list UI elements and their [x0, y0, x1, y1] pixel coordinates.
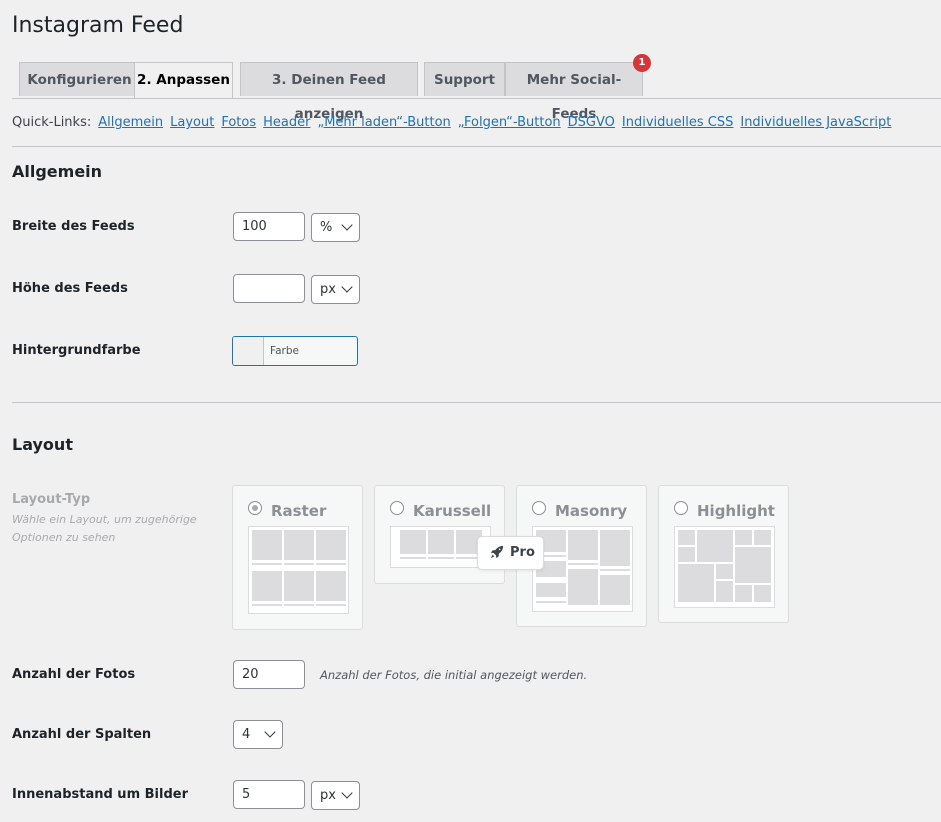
layout-option-label: Raster: [271, 502, 327, 520]
tab-anpassen[interactable]: 2. Anpassen: [134, 62, 233, 98]
layout-option-raster[interactable]: Raster: [232, 485, 363, 630]
feed-width-input[interactable]: 100: [233, 212, 305, 241]
section-heading-layout: Layout: [12, 435, 73, 454]
rocket-icon: [490, 537, 504, 569]
highlight-preview: [674, 526, 775, 608]
image-padding-input[interactable]: 5: [233, 780, 305, 809]
quick-link-mehr-laden[interactable]: „Mehr laden“-Button: [317, 115, 450, 130]
tab-feed-anzeigen[interactable]: 3. Deinen Feed anzeigen: [240, 62, 418, 122]
quick-link-layout[interactable]: Layout: [170, 115, 214, 130]
columns-select[interactable]: 4: [233, 720, 283, 749]
image-padding-label: Innenabstand um Bilder: [12, 787, 188, 802]
notification-badge: 1: [633, 54, 651, 72]
feed-width-unit-value: %: [320, 220, 333, 235]
tab-mehr-social-feeds[interactable]: Mehr Social-Feeds: [505, 62, 643, 122]
quick-links: Quick-Links: Allgemein Layout Fotos Header „M…: [12, 115, 891, 130]
color-picker-label: Farbe auswählen: [270, 345, 299, 357]
quick-links-label: Quick-Links:: [12, 115, 92, 130]
radio-highlight[interactable]: [674, 501, 688, 515]
image-padding-unit-value: px: [320, 788, 336, 803]
tab-support[interactable]: Support: [424, 62, 505, 96]
bg-color-label: Hintergrundfarbe: [12, 343, 141, 358]
photos-count-input[interactable]: 20: [233, 660, 305, 689]
quick-link-dsgvo[interactable]: DSGVO: [568, 115, 615, 130]
quick-link-folgen[interactable]: „Folgen“-Button: [458, 115, 561, 130]
quick-link-javascript[interactable]: Individuelles JavaScript: [740, 115, 891, 130]
columns-value: 4: [242, 727, 251, 742]
quick-link-header[interactable]: Header: [263, 115, 310, 130]
quick-link-fotos[interactable]: Fotos: [221, 115, 256, 130]
columns-label: Anzahl der Spalten: [12, 727, 152, 742]
page-title: Instagram Feed: [12, 13, 184, 38]
feed-height-input[interactable]: [233, 274, 305, 303]
feed-height-unit-value: px: [320, 282, 336, 297]
layout-option-label: Highlight: [697, 502, 775, 520]
layout-option-highlight[interactable]: Highlight: [658, 485, 789, 623]
photos-count-help: Anzahl der Fotos, die initial angezeigt …: [320, 668, 588, 682]
layout-option-label: Karussell: [413, 502, 492, 520]
divider: [12, 146, 941, 147]
masonry-preview: [532, 526, 633, 612]
raster-preview: [248, 526, 349, 614]
chevron-down-icon: [341, 787, 353, 799]
quick-link-css[interactable]: Individuelles CSS: [622, 115, 733, 130]
chevron-down-icon: [341, 219, 353, 231]
feed-width-unit-select[interactable]: %: [311, 213, 360, 242]
color-picker-button[interactable]: Farbe auswählen: [232, 336, 358, 366]
feed-height-label: Höhe des Feeds: [12, 281, 128, 296]
tab-konfigurieren[interactable]: Konfigurieren: [19, 62, 140, 96]
section-heading-allgemein: Allgemein: [12, 162, 103, 181]
pro-badge[interactable]: Pro: [477, 536, 544, 570]
chevron-down-icon: [341, 281, 353, 293]
color-swatch: [233, 337, 264, 365]
pro-label: Pro: [510, 545, 535, 560]
tab-bar: Konfigurieren 2. Anpassen 3. Deinen Feed…: [12, 54, 941, 122]
chevron-down-icon: [264, 726, 276, 738]
feed-width-label: Breite des Feeds: [12, 219, 135, 234]
quick-link-allgemein[interactable]: Allgemein: [98, 115, 163, 130]
image-padding-unit-select[interactable]: px: [311, 781, 360, 810]
layout-option-label: Masonry: [555, 502, 628, 520]
radio-karussell[interactable]: [390, 501, 404, 515]
photos-count-label: Anzahl der Fotos: [12, 667, 136, 682]
layout-type-label: Layout-Typ: [12, 492, 91, 507]
layout-type-help: Wähle ein Layout, um zugehörige Optionen…: [12, 513, 197, 544]
radio-raster[interactable]: [248, 501, 262, 515]
radio-masonry[interactable]: [532, 501, 546, 515]
feed-height-unit-select[interactable]: px: [311, 275, 360, 304]
karussell-preview: [390, 526, 491, 568]
divider: [12, 402, 941, 403]
